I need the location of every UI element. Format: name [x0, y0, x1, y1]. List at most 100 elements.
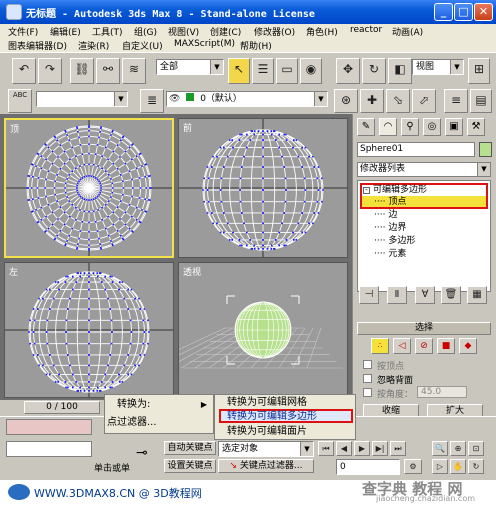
- modify-tab-icon[interactable]: ◠: [379, 118, 397, 136]
- show-end-result-icon[interactable]: Ⅱ: [387, 286, 407, 304]
- edge-mode-icon[interactable]: ◁: [393, 338, 411, 354]
- ignore-backface-checkbox[interactable]: [363, 374, 372, 383]
- selection-filter-dropdown[interactable]: 全部 ▼: [156, 59, 224, 75]
- stack-item-border[interactable]: ···· 边界: [374, 222, 406, 234]
- vertex-mode-icon[interactable]: ∴: [371, 338, 389, 354]
- border-mode-icon[interactable]: ⊘: [415, 338, 433, 354]
- stack-item-edge[interactable]: ···· 边: [374, 209, 397, 221]
- remove-modifier-icon[interactable]: 🗑: [441, 286, 461, 304]
- redo-icon[interactable]: ↷: [38, 58, 62, 84]
- set-current-layer-icon[interactable]: ⬀: [412, 89, 436, 113]
- menu-tools[interactable]: 工具(T): [92, 25, 123, 38]
- collapse-icon[interactable]: -: [363, 187, 370, 194]
- by-angle-checkbox[interactable]: [363, 388, 372, 397]
- pivot-center-icon[interactable]: ⊞: [468, 58, 490, 84]
- viewport-front[interactable]: 前: [178, 118, 348, 258]
- viewport-left[interactable]: 左: [4, 262, 174, 398]
- motion-tab-icon[interactable]: ◎: [423, 118, 441, 136]
- angle-spinner[interactable]: 45.0: [417, 386, 467, 398]
- create-layer-icon[interactable]: ⊛: [334, 89, 358, 113]
- named-selection-dropdown[interactable]: ▼: [36, 91, 128, 107]
- display-tab-icon[interactable]: ▣: [445, 118, 463, 136]
- prev-frame-icon[interactable]: ◀: [336, 441, 352, 456]
- add-to-layer-icon[interactable]: ✚: [360, 89, 384, 113]
- vertex-filter-menu-item[interactable]: 点过滤器...: [105, 415, 213, 430]
- polygon-mode-icon[interactable]: ■: [437, 338, 455, 354]
- link-icon[interactable]: ⛓: [70, 58, 94, 84]
- spell-check-icon[interactable]: ABC: [8, 89, 32, 113]
- stack-icon[interactable]: ≡: [444, 89, 468, 113]
- maxscript-listener[interactable]: [6, 419, 92, 435]
- pin-stack-icon[interactable]: ⊣: [359, 286, 379, 304]
- next-frame-icon[interactable]: ▶|: [372, 441, 388, 456]
- layer-manager-icon[interactable]: ≣: [140, 89, 164, 113]
- layer-dropdown[interactable]: 👁 0（默认） ▼: [166, 91, 328, 107]
- stack-item-editable-poly[interactable]: - 可编辑多边形: [363, 184, 427, 196]
- viewport-top[interactable]: 顶: [4, 118, 174, 258]
- convert-to-poly-item[interactable]: 转换为可编辑多边形: [215, 409, 317, 424]
- zoom-icon[interactable]: 🔍: [432, 441, 448, 456]
- move-icon[interactable]: ✥: [336, 58, 360, 84]
- selection-rollout-title[interactable]: 选择: [357, 322, 491, 335]
- menu-graph-editors[interactable]: 图表编辑器(D): [8, 39, 67, 52]
- select-in-layer-icon[interactable]: ⬂: [386, 89, 410, 113]
- create-tab-icon[interactable]: ✎: [357, 118, 375, 136]
- zoom-extents-icon[interactable]: ⊡: [468, 441, 484, 456]
- make-unique-icon[interactable]: ∀: [415, 286, 435, 304]
- viewport-perspective[interactable]: 透视: [178, 262, 348, 398]
- element-mode-icon[interactable]: ◆: [459, 338, 477, 354]
- pan-icon[interactable]: ✋: [450, 459, 466, 474]
- menu-file[interactable]: 文件(F): [8, 25, 38, 38]
- menu-character[interactable]: 角色(H): [306, 25, 338, 38]
- menu-animation[interactable]: 动画(A): [392, 25, 423, 38]
- orbit-icon[interactable]: ↻: [468, 459, 484, 474]
- menu-modifiers[interactable]: 修改器(O): [254, 25, 295, 38]
- key-icon[interactable]: ⊸: [136, 445, 148, 461]
- go-to-end-icon[interactable]: ⏭: [390, 441, 406, 456]
- rotate-icon[interactable]: ↻: [362, 58, 386, 84]
- configure-sets-icon[interactable]: ▦: [467, 286, 487, 304]
- stack2-icon[interactable]: ▤: [470, 89, 492, 113]
- unlink-icon[interactable]: ⚯: [96, 58, 120, 84]
- ref-coord-dropdown[interactable]: 视图 ▼: [412, 59, 464, 75]
- scale-icon[interactable]: ◧: [388, 58, 412, 84]
- modifier-list-dropdown[interactable]: 修改器列表 ▼: [357, 162, 491, 177]
- select-object-icon[interactable]: ↖: [228, 58, 250, 84]
- undo-icon[interactable]: ↶: [12, 58, 36, 84]
- go-to-start-icon[interactable]: ⏮: [318, 441, 334, 456]
- hierarchy-tab-icon[interactable]: ⚲: [401, 118, 419, 136]
- object-name-field[interactable]: Sphere01: [357, 142, 475, 157]
- time-config-icon[interactable]: ⚙: [404, 459, 422, 474]
- menu-edit[interactable]: 编辑(E): [50, 25, 81, 38]
- stack-item-polygon[interactable]: ···· 多边形: [374, 235, 415, 247]
- prompt-line[interactable]: [6, 441, 92, 457]
- rect-region-icon[interactable]: ▭: [276, 58, 298, 84]
- menu-rendering[interactable]: 渲染(R): [78, 39, 109, 52]
- window-crossing-icon[interactable]: ◉: [300, 58, 322, 84]
- time-slider[interactable]: 0 / 100: [24, 401, 100, 414]
- convert-to-patch-item[interactable]: 转换为可编辑面片: [215, 424, 307, 439]
- set-key-button[interactable]: 设置关键点: [164, 459, 216, 473]
- stack-item-element[interactable]: ···· 元素: [374, 248, 406, 260]
- bind-space-warp-icon[interactable]: ≋: [122, 58, 146, 84]
- maximize-button[interactable]: □: [454, 3, 473, 21]
- close-button[interactable]: ✕: [474, 3, 493, 21]
- by-vertex-checkbox[interactable]: [363, 360, 372, 369]
- convert-to-menu-item[interactable]: 转换为: ▶: [105, 397, 213, 412]
- convert-to-mesh-item[interactable]: 转换为可编辑网格: [215, 395, 307, 410]
- play-icon[interactable]: ▶: [354, 441, 370, 456]
- object-color-swatch[interactable]: [479, 142, 492, 157]
- select-by-name-icon[interactable]: ☰: [252, 58, 274, 84]
- menu-help[interactable]: 帮助(H): [240, 39, 272, 52]
- zoom-all-icon[interactable]: ⊕: [450, 441, 466, 456]
- auto-key-button[interactable]: 自动关键点: [164, 441, 216, 455]
- menu-views[interactable]: 视图(V): [168, 25, 199, 38]
- menu-maxscript[interactable]: MAXScript(M): [174, 39, 235, 49]
- key-filters-button[interactable]: ↘ 关键点过滤器...: [218, 459, 314, 473]
- key-selection-dropdown[interactable]: 选定对象 ▼: [218, 441, 314, 457]
- utilities-tab-icon[interactable]: ⚒: [467, 118, 485, 136]
- current-frame-spinner[interactable]: 0: [336, 459, 400, 475]
- menu-group[interactable]: 组(G): [134, 25, 157, 38]
- menu-create[interactable]: 创建(C): [210, 25, 241, 38]
- stack-item-vertex[interactable]: ···· 顶点: [374, 196, 406, 208]
